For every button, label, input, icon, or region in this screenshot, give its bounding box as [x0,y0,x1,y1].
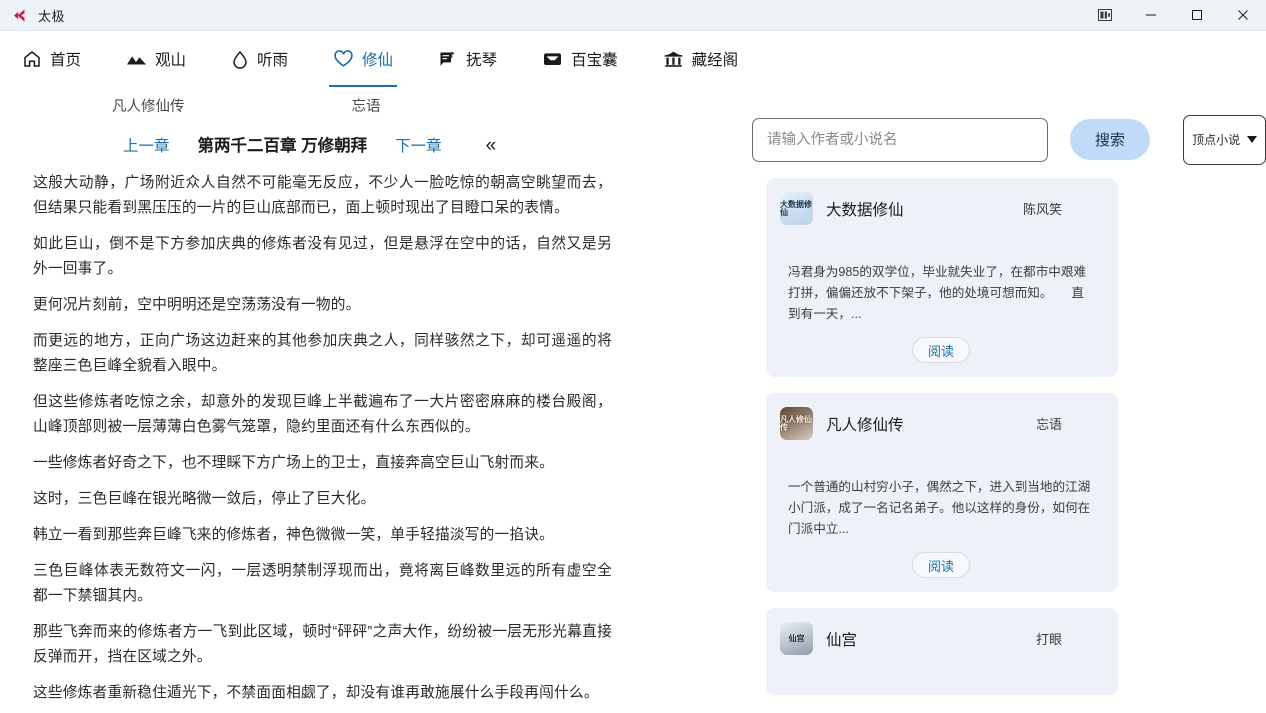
nav-item-library[interactable]: 藏经阁 [663,31,762,87]
prev-chapter-button[interactable]: 上一章 [123,134,170,156]
collapse-panel-button[interactable]: « [486,136,497,155]
result-author: 打眼 [1036,629,1102,648]
maximize-button[interactable] [1174,0,1220,31]
droplet-icon [231,49,249,69]
search-button[interactable]: 搜索 [1070,119,1151,160]
result-title: 凡人修仙传 [826,413,904,435]
chapter-paragraph: 更何况片刻前，空中明明还是空荡荡没有一物的。 [33,293,612,318]
reader-pane: 凡人修仙传 忘语 上一章 第两千二百章 万修朝拜 下一章 « 这般大动静，广场附… [0,87,735,713]
chapter-paragraph: 但这些修炼者吃惊之余，却意外的发现巨峰上半截遍布了一大片密密麻麻的楼台殿阁，山峰… [33,390,612,440]
result-description: 一个普通的山村穷小子，偶然之下，进入到当地的江湖小门派，成了一名记名弟子。他以这… [780,477,1102,540]
result-card-header: 大数据修仙 大数据修仙 陈风笑 [780,192,1102,225]
nav-item-treasure-bag[interactable]: 百宝囊 [542,31,641,87]
nav-item-guqin[interactable]: 抚琴 [438,31,520,87]
chapter-content: 这般大动静，广场附近众人自然不可能毫无反应，不少人一脸吃惊的朝高空眺望而去，但结… [0,165,612,713]
book-cover-text: 凡人修仙传 [780,407,813,440]
nav-label: 百宝囊 [571,48,618,70]
bank-icon [663,49,684,69]
titlebar-controls [1082,0,1266,31]
nav-item-home[interactable]: 首页 [22,31,104,87]
primary-navigation: 首页 观山 听雨 修仙 [0,31,1266,87]
window-titlebar: 太极 [0,0,1266,31]
book-cover-image: 仙宫 [780,622,813,655]
nav-label: 藏经阁 [692,48,739,70]
result-title: 大数据修仙 [826,198,904,220]
chapter-navigation: 上一章 第两千二百章 万修朝拜 下一章 « [0,120,735,165]
titlebar-left: 太极 [0,6,65,25]
chapter-paragraph: 三色巨峰体表无数符文一闪，一层透明禁制浮现而出，竟将离巨峰数里远的所有虚空全都一… [33,559,612,609]
result-author: 陈风笑 [1023,199,1102,218]
snap-layout-icon[interactable] [1082,0,1128,31]
chevron-down-icon [1247,136,1257,143]
next-chapter-button[interactable]: 下一章 [395,134,442,156]
result-card-header: 仙宫 仙宫 打眼 [780,622,1102,655]
book-cover-image: 凡人修仙传 [780,407,813,440]
read-button[interactable]: 阅读 [912,552,970,578]
result-card[interactable]: 凡人修仙传 凡人修仙传 忘语 一个普通的山村穷小子，偶然之下，进入到当地的江湖小… [766,393,1118,592]
nav-label: 观山 [155,48,186,70]
current-book-author: 忘语 [352,95,381,116]
source-select-label: 顶点小说 [1192,131,1240,148]
chapter-paragraph: 这时，三色巨峰在银光略微一敛后，停止了巨大化。 [33,487,612,512]
chapter-paragraph: 这般大动静，广场附近众人自然不可能毫无反应，不少人一脸吃惊的朝高空眺望而去，但结… [33,171,612,221]
chapter-paragraph: 这些修炼者重新稳住遁光下，不禁面面相觑了，却没有谁再敢施展什么手段再闯什么。 [33,681,612,706]
nav-label: 听雨 [257,48,288,70]
book-cover-text: 大数据修仙 [780,192,813,225]
close-button[interactable] [1220,0,1266,31]
nav-label: 修仙 [362,48,393,70]
chapter-paragraph: 而更远的地方，正向广场这边赶来的其他参加庆典之人，同样骇然之下，却可遥遥的将整座… [33,329,612,379]
result-card-header: 凡人修仙传 凡人修仙传 忘语 [780,407,1102,440]
chapter-title: 第两千二百章 万修朝拜 [198,132,368,156]
nav-label: 抚琴 [466,48,497,70]
chapter-paragraph: 韩立一看到那些奔巨峰飞来的修炼者，神色微微一笑，单手轻描淡写的一掐诀。 [33,523,612,548]
result-card[interactable]: 仙宫 仙宫 打眼 [766,608,1118,695]
search-input[interactable] [752,118,1048,162]
app-title: 太极 [38,6,65,25]
minimize-button[interactable] [1128,0,1174,31]
inbox-icon [542,49,563,69]
search-results-list: 大数据修仙 大数据修仙 陈风笑 冯君身为985的双学位，毕业就失业了，在都市中艰… [735,167,1266,695]
page-body: 凡人修仙传 忘语 上一章 第两千二百章 万修朝拜 下一章 « 这般大动静，广场附… [0,87,1266,713]
result-actions: 阅读 [780,337,1102,363]
result-author: 忘语 [1036,414,1102,433]
reader-subheader: 凡人修仙传 忘语 [0,87,735,120]
nav-item-mountain[interactable]: 观山 [126,31,209,87]
heart-icon [333,49,354,69]
app-logo-icon [12,7,29,24]
book-cover-text: 仙宫 [780,622,813,655]
search-pane: 搜索 顶点小说 大数据修仙 大数据修仙 陈风笑 冯君身为985的双学位，毕业就失… [735,87,1266,713]
mountain-icon [126,49,147,69]
source-select[interactable]: 顶点小说 [1183,115,1266,165]
nav-item-cultivation[interactable]: 修仙 [333,31,416,87]
search-bar: 搜索 顶点小说 [735,87,1266,167]
nav-label: 首页 [50,48,81,70]
nav-item-rain[interactable]: 听雨 [231,31,311,87]
read-button[interactable]: 阅读 [912,337,970,363]
current-book-name: 凡人修仙传 [112,95,185,116]
result-description: 冯君身为985的双学位，毕业就失业了，在都市中艰难打拼，偏偏还放不下架子，他的处… [780,262,1102,325]
chapter-paragraph: 一些修炼者好奇之下，也不理睬下方广场上的卫士，直接奔高空巨山飞射而来。 [33,451,612,476]
note-icon [438,49,458,69]
home-icon [22,49,42,69]
book-cover-image: 大数据修仙 [780,192,813,225]
chapter-paragraph: 那些飞奔而来的修炼者方一飞到此区域，顿时“砰砰”之声大作，纷纷被一层无形光幕直接… [33,620,612,670]
result-actions: 阅读 [780,552,1102,578]
result-card[interactable]: 大数据修仙 大数据修仙 陈风笑 冯君身为985的双学位，毕业就失业了，在都市中艰… [766,178,1118,377]
result-title: 仙宫 [826,628,857,650]
chapter-paragraph: 如此巨山，倒不是下方参加庆典的修炼者没有见过，但是悬浮在空中的话，自然又是另外一… [33,232,612,282]
